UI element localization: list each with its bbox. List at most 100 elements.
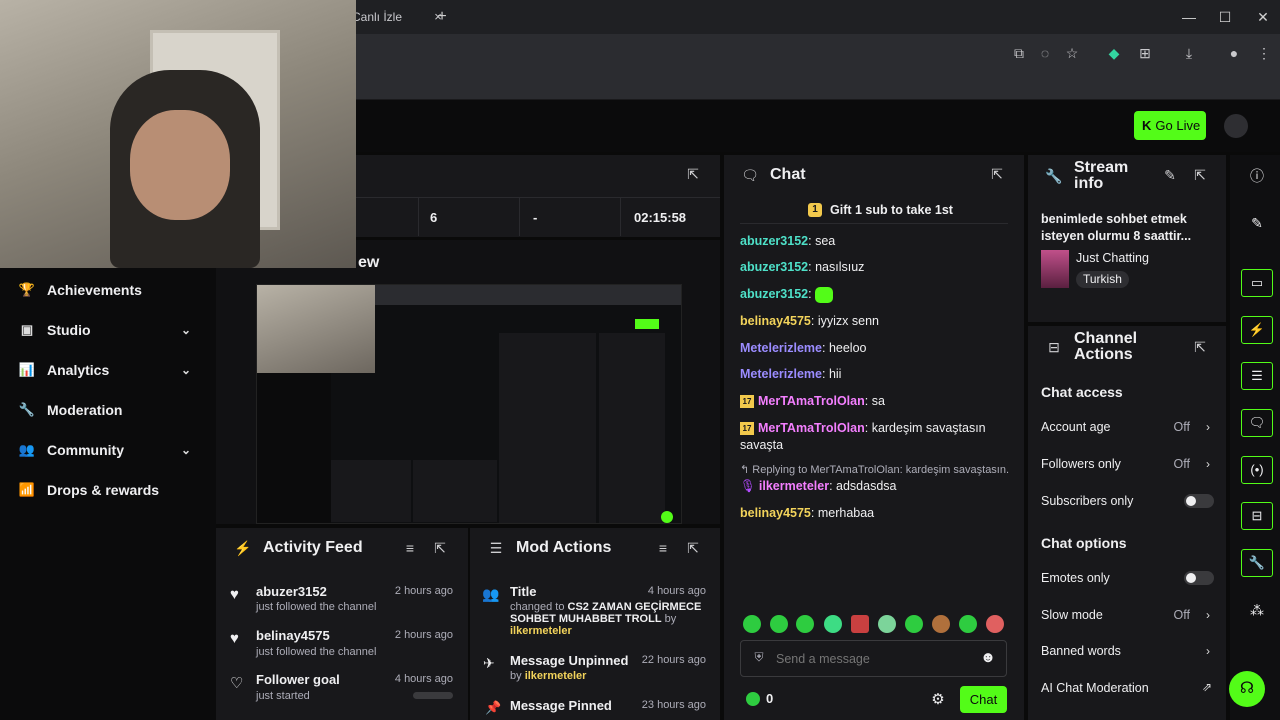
activity-item-detail: just followed the channel: [256, 646, 377, 658]
reply-hint: ↰ Replying to MerTAmaTrolOlan: kardeşim …: [740, 464, 1010, 476]
sidebar-item-studio[interactable]: ▣ Studio ⌄: [0, 310, 216, 350]
chat-message[interactable]: Metelerizleme: heeloo: [740, 340, 1010, 357]
send-chat-button[interactable]: Chat: [960, 686, 1007, 713]
list-icon[interactable]: ☰: [1241, 362, 1273, 390]
emote-icon[interactable]: [796, 615, 814, 633]
sidebar-item-achievements[interactable]: 🏆 Achievements: [0, 270, 216, 310]
chat-options-heading: Chat options: [1041, 535, 1127, 551]
edit-pencil-icon[interactable]: ✎: [1241, 209, 1273, 237]
profile-icon[interactable]: ●: [1223, 42, 1245, 64]
slow-mode-value[interactable]: Off: [1150, 608, 1190, 622]
chat-message[interactable]: abuzer3152:: [740, 286, 1010, 303]
eye-off-icon[interactable]: ◌: [1034, 42, 1056, 64]
chevron-right-icon[interactable]: ›: [1203, 420, 1213, 434]
followers-only-value[interactable]: Off: [1150, 457, 1190, 471]
lightning-icon[interactable]: ⚡: [1241, 316, 1273, 344]
sidebar-item-moderation[interactable]: 🔧 Moderation: [0, 390, 216, 430]
edit-pencil-icon[interactable]: ✎: [1161, 167, 1179, 184]
emote-icon[interactable]: [905, 615, 923, 633]
sidebar-item-community[interactable]: 👥 Community ⌄: [0, 430, 216, 470]
close-window-icon[interactable]: ✕: [1248, 6, 1278, 28]
broadcast-icon[interactable]: (•): [1241, 456, 1273, 484]
mod-actions-title: Mod Actions: [516, 539, 612, 556]
popout-icon[interactable]: ⇱: [1191, 339, 1209, 356]
stream-category[interactable]: Just Chatting: [1076, 251, 1149, 265]
account-age-label[interactable]: Account age: [1041, 420, 1111, 434]
wrench-icon: 🔧: [1045, 168, 1063, 184]
account-age-value[interactable]: Off: [1150, 420, 1190, 434]
maximize-icon[interactable]: ☐: [1210, 6, 1240, 28]
chevron-right-icon[interactable]: ›: [1203, 608, 1213, 622]
banned-words-label[interactable]: Banned words: [1041, 644, 1121, 658]
chat-message[interactable]: 17 MerTAmaTrolOlan: sa: [740, 393, 1010, 410]
trophy-icon: 🏆: [18, 282, 36, 297]
emote-icon[interactable]: [932, 615, 950, 633]
emote-icon[interactable]: [824, 615, 842, 633]
filter-icon[interactable]: ≡: [654, 540, 672, 556]
settings-gear-icon[interactable]: ⚙: [929, 690, 947, 708]
channel-actions-icon[interactable]: ⊟: [1241, 502, 1273, 530]
download-icon[interactable]: ⤓: [1178, 42, 1200, 64]
puzzle-icon[interactable]: ⊞: [1134, 42, 1156, 64]
emote-icon[interactable]: [986, 615, 1004, 633]
wrench-icon[interactable]: 🔧: [1241, 549, 1273, 577]
chat-message[interactable]: belinay4575: iyyizx senn: [740, 313, 1010, 330]
channel-actions-title: Channel Actions: [1074, 330, 1138, 363]
external-link-icon[interactable]: ⇗: [1199, 680, 1215, 694]
menu-dots-icon[interactable]: ⋮: [1253, 42, 1275, 64]
translate-icon[interactable]: ⧉: [1008, 42, 1030, 64]
stream-widget-icon[interactable]: ▭: [1241, 269, 1273, 297]
channel-points-icon[interactable]: [746, 692, 760, 706]
avatar[interactable]: [1224, 114, 1248, 138]
divider: [356, 197, 720, 198]
emoji-icon[interactable]: ☻: [979, 649, 997, 666]
emote-icon[interactable]: [743, 615, 761, 633]
popout-icon[interactable]: ⇱: [1191, 167, 1209, 184]
chat-message[interactable]: 17 MerTAmaTrolOlan: kardeşim savaştasın s…: [740, 420, 1010, 454]
chevron-right-icon[interactable]: ›: [1203, 644, 1213, 658]
category-thumbnail[interactable]: [1041, 250, 1069, 288]
popout-icon[interactable]: ⇱: [684, 166, 702, 183]
sidebar-item-analytics[interactable]: 📊 Analytics ⌄: [0, 350, 216, 390]
emote-icon[interactable]: [878, 615, 896, 633]
chevron-right-icon[interactable]: ›: [1203, 457, 1213, 471]
minimize-icon[interactable]: —: [1174, 6, 1204, 28]
help-headset-icon[interactable]: ☊: [1229, 671, 1265, 707]
sidebar-item-drops-rewards[interactable]: 📶 Drops & rewards: [0, 470, 216, 510]
go-live-button[interactable]: K Go Live: [1134, 111, 1206, 140]
popout-icon[interactable]: ⇱: [988, 166, 1006, 183]
popout-icon[interactable]: ⇱: [431, 540, 449, 557]
mod-user-link[interactable]: ilkermeteler: [525, 670, 587, 682]
chat-message-input[interactable]: [776, 646, 966, 671]
chat-message[interactable]: belinay4575: merhabaa: [740, 505, 1010, 522]
star-icon[interactable]: ☆: [1061, 42, 1083, 64]
chat-icon[interactable]: 🗨: [1241, 409, 1273, 437]
popout-icon[interactable]: ⇱: [684, 540, 702, 557]
heart-icon: ♥: [230, 630, 239, 647]
emote-icon[interactable]: [851, 615, 869, 633]
new-tab-icon[interactable]: +: [433, 6, 451, 28]
emote-icon[interactable]: [959, 615, 977, 633]
shield-extension-icon[interactable]: ◆: [1103, 42, 1125, 64]
mod-user-link[interactable]: ilkermeteler: [510, 625, 572, 637]
info-icon[interactable]: ⓘ: [1241, 162, 1273, 190]
layout-dots-icon[interactable]: ⁂: [1241, 596, 1273, 624]
stream-preview-video[interactable]: [256, 284, 682, 524]
viewer-count: 6: [430, 210, 438, 225]
followers-only-label[interactable]: Followers only: [1041, 457, 1121, 471]
ai-chat-moderation-label[interactable]: AI Chat Moderation: [1041, 681, 1149, 695]
subscribers-only-toggle[interactable]: [1184, 494, 1214, 508]
browser-tab[interactable]: Canlı İzle: [352, 6, 427, 28]
chat-message[interactable]: Metelerizleme: hii: [740, 366, 1010, 383]
emote-icon[interactable]: [770, 615, 788, 633]
gift-sub-banner[interactable]: 1 Gift 1 sub to take 1st: [740, 197, 1008, 224]
slow-mode-label[interactable]: Slow mode: [1041, 608, 1103, 622]
gift-icon: 1: [808, 203, 822, 217]
chat-message[interactable]: abuzer3152: nasılsıuz: [740, 259, 1010, 276]
filter-icon[interactable]: ≡: [401, 540, 419, 556]
chat-username: MerTAmaTrolOlan: [758, 421, 865, 435]
chat-message[interactable]: 🎙 ilkermeteler: adsdasdsa: [740, 478, 1010, 495]
chat-message[interactable]: abuzer3152: sea: [740, 233, 1010, 250]
emotes-only-toggle[interactable]: [1184, 571, 1214, 585]
heart-icon: ♥: [230, 586, 239, 603]
